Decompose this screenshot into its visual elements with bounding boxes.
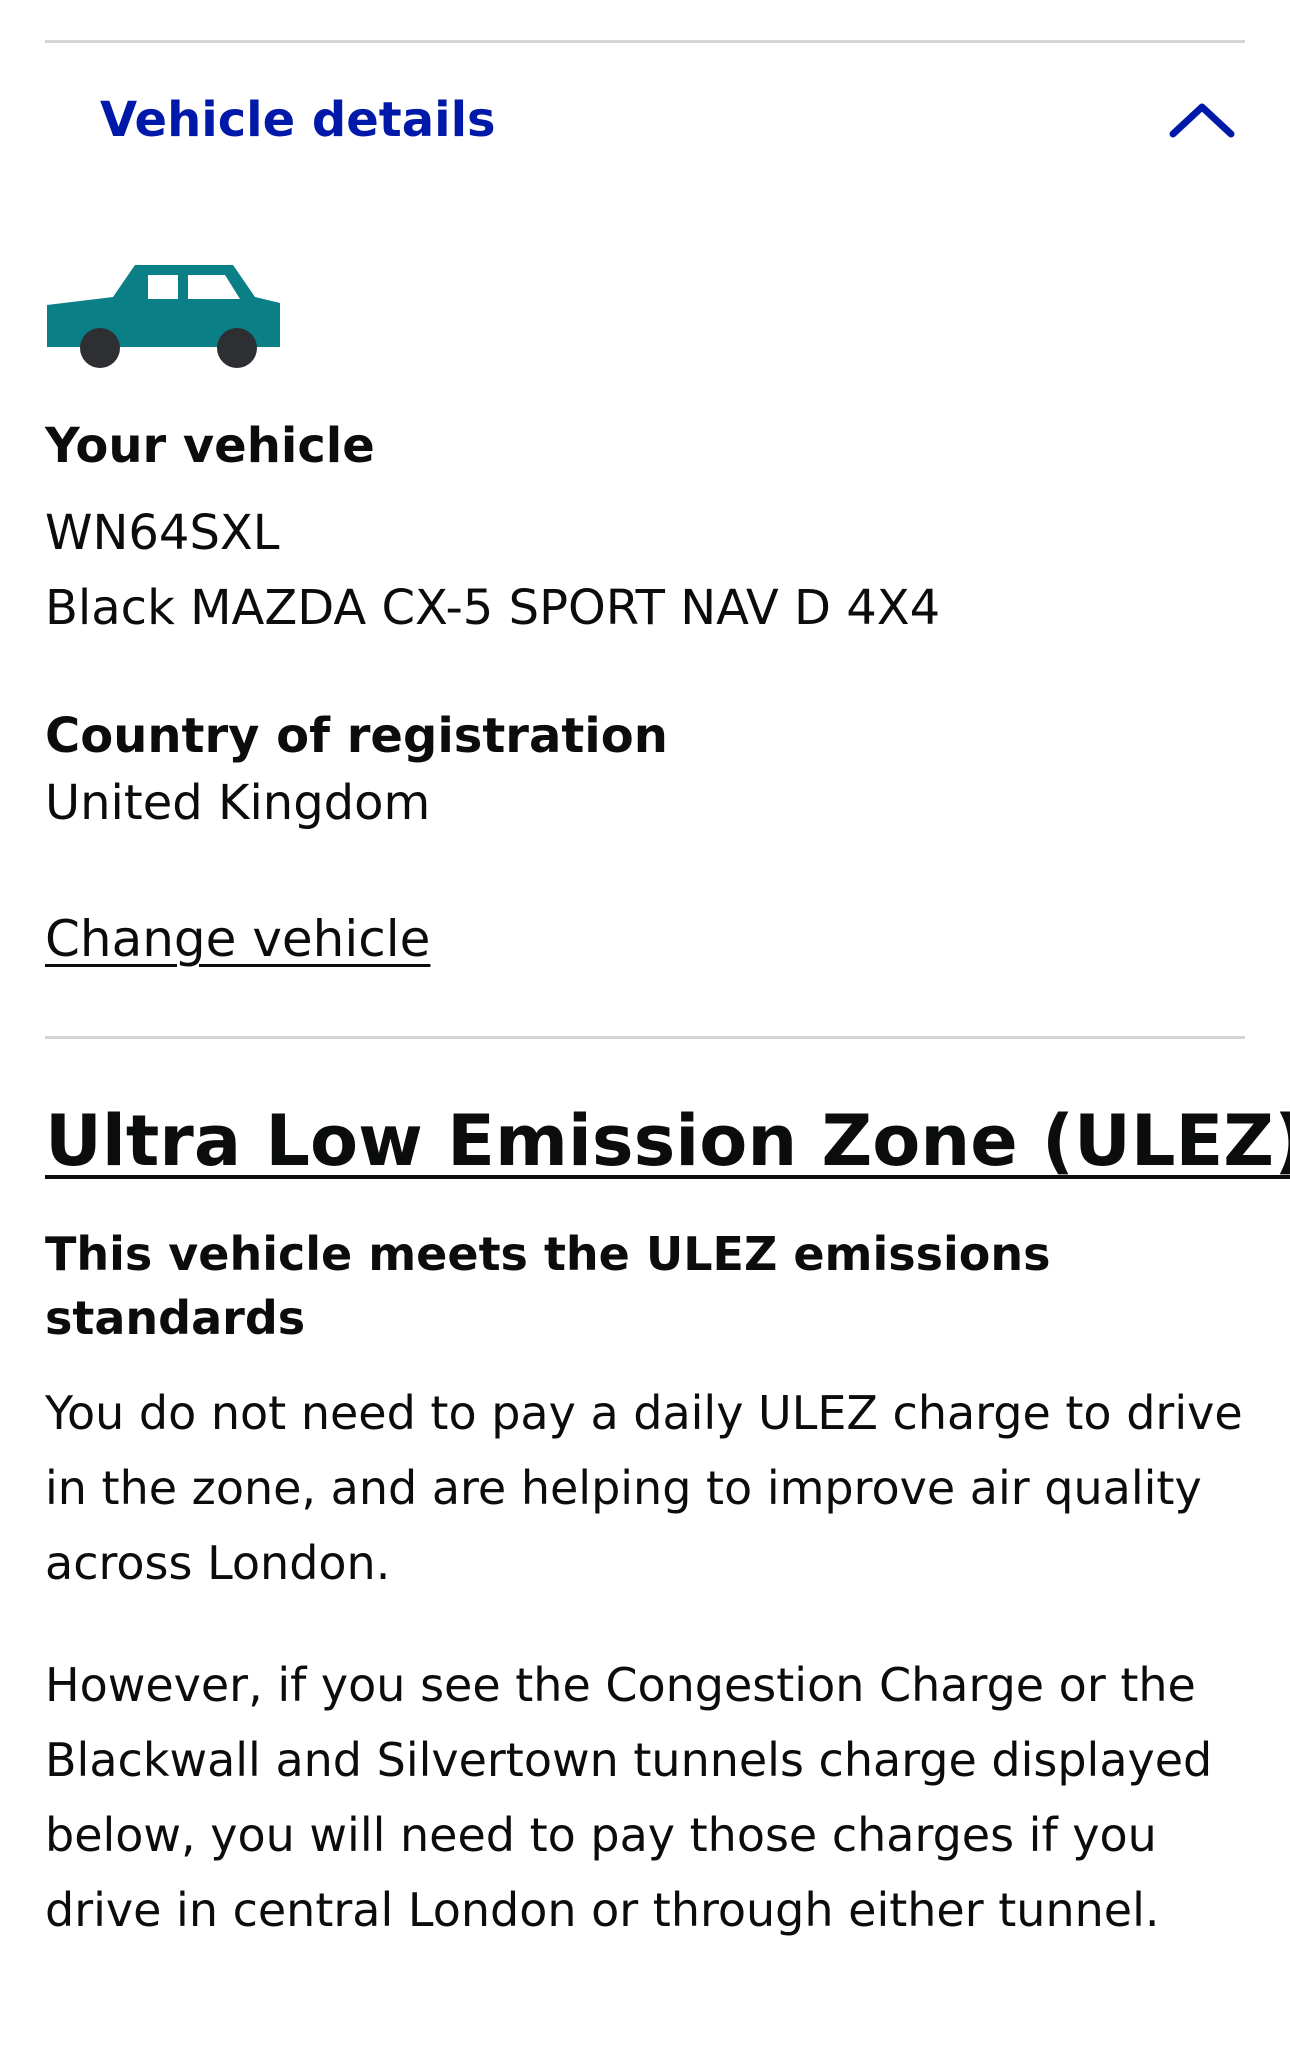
your-vehicle-label: Your vehicle	[45, 418, 375, 474]
registration-number: WN64SXL	[45, 505, 280, 561]
ulez-info-paragraph: You do not need to pay a daily ULEZ char…	[45, 1386, 1243, 1590]
car-icon	[47, 265, 280, 368]
top-divider	[45, 40, 1245, 43]
vehicle-details-title: Vehicle details	[100, 92, 496, 148]
country-of-registration-value: United Kingdom	[45, 775, 431, 831]
ulez-status-text: This vehicle meets the ULEZ emissions st…	[45, 1227, 1051, 1345]
ulez-heading-link[interactable]: Ultra Low Emission Zone (ULEZ)	[45, 1100, 1290, 1182]
chevron-up-icon	[1169, 103, 1235, 138]
country-of-registration-label: Country of registration	[45, 708, 668, 764]
change-vehicle-link[interactable]: Change vehicle	[45, 910, 430, 968]
section-divider	[45, 1036, 1245, 1039]
vehicle-description: Black MAZDA CX-5 SPORT NAV D 4X4	[45, 580, 941, 636]
vehicle-details-accordion-toggle[interactable]: Vehicle details	[45, 70, 1245, 180]
other-charges-paragraph: However, if you see the Congestion Charg…	[45, 1658, 1213, 1937]
